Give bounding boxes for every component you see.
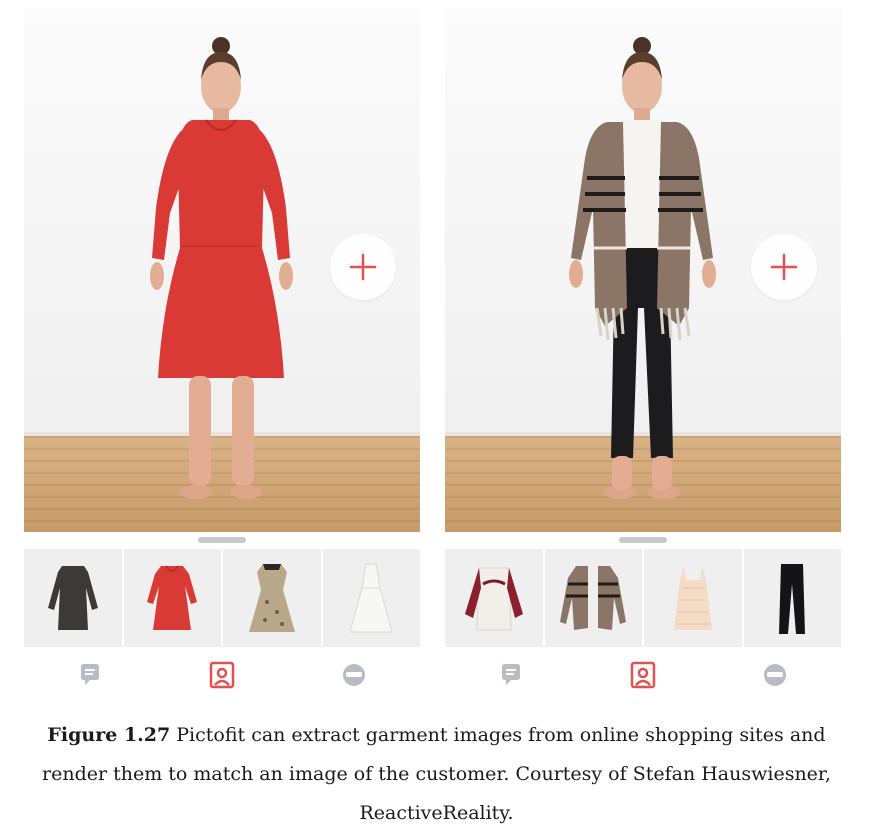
dark-knit-dress-image	[47, 566, 98, 630]
add-garment-button[interactable]	[330, 234, 396, 300]
try-on-preview	[24, 8, 420, 532]
add-garment-button[interactable]	[751, 234, 817, 300]
bottom-navigation	[445, 660, 841, 690]
striped-cami-top-image	[673, 566, 712, 630]
white-raglan-sweater-image	[464, 567, 523, 631]
nav-avatar[interactable]	[735, 661, 815, 689]
plus-icon	[770, 253, 798, 281]
floral-dress-image	[248, 564, 295, 632]
garment-thumbnail-black-leggings[interactable]	[743, 549, 841, 647]
garment-thumbnail-white-halter-dress[interactable]	[322, 549, 420, 647]
garment-thumbnail-red-dress[interactable]	[123, 549, 221, 647]
bottom-navigation	[24, 660, 420, 690]
garment-thumbnail-white-raglan-sweater[interactable]	[445, 549, 543, 647]
try-on-preview	[445, 8, 841, 532]
nav-chat[interactable]	[50, 661, 130, 689]
nav-avatar[interactable]	[314, 661, 394, 689]
garment-thumbnail-strip	[445, 549, 841, 647]
garment-thumbnail-patterned-cardigan[interactable]	[544, 549, 642, 647]
black-leggings-image	[779, 564, 806, 634]
try-on-screen-left	[24, 8, 420, 690]
drawer-handle[interactable]	[198, 537, 246, 543]
garment-thumbnail-floral-dress[interactable]	[223, 549, 321, 647]
patterned-cardigan-image	[560, 566, 627, 630]
garment-thumbnail-strip	[24, 549, 420, 647]
garment-thumbnail-striped-cami-top[interactable]	[644, 549, 742, 647]
try-on-screen-right	[445, 8, 841, 690]
wardrobe-icon	[209, 661, 235, 689]
nav-wardrobe[interactable]	[182, 661, 262, 689]
avatar-icon	[764, 664, 786, 686]
chat-icon	[81, 664, 99, 685]
chat-icon	[502, 664, 520, 685]
wardrobe-icon	[630, 661, 656, 689]
white-halter-dress-image	[349, 563, 393, 633]
red-dress-image	[147, 565, 198, 630]
avatar-icon	[343, 664, 365, 686]
figure-label: Figure 1.27	[47, 724, 171, 746]
plus-icon	[349, 253, 377, 281]
nav-wardrobe[interactable]	[603, 661, 683, 689]
drawer-handle[interactable]	[619, 537, 667, 543]
figure-caption: Figure 1.27 Pictofit can extract garment…	[40, 716, 833, 833]
garment-thumbnail-dark-knit-dress[interactable]	[24, 549, 122, 647]
nav-chat[interactable]	[471, 661, 551, 689]
